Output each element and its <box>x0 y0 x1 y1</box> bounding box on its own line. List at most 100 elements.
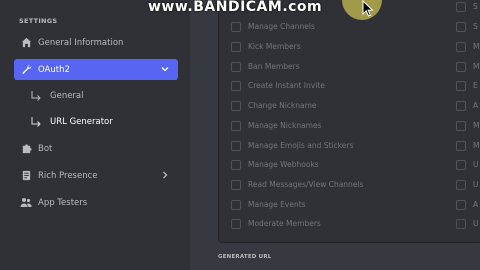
checkbox[interactable] <box>231 120 241 131</box>
checkbox[interactable] <box>456 80 466 91</box>
wrench-icon <box>20 64 32 76</box>
subitem-arrow-icon <box>31 91 41 101</box>
checkbox[interactable] <box>456 21 466 32</box>
permission-manage-nicknames[interactable]: Manage Nicknames <box>231 119 322 132</box>
permission-right-col[interactable]: S <box>456 0 480 13</box>
permission-label: Create Instant Invite <box>248 81 325 90</box>
permission-label: E <box>473 81 478 90</box>
puzzle-icon <box>20 143 32 155</box>
sidebar-subitem-label: General <box>50 91 84 101</box>
permission-manage-webhooks[interactable]: Manage Webhooks <box>231 158 319 171</box>
permission-kick-members[interactable]: Kick Members <box>231 40 301 53</box>
bandicam-watermark: www.BANDICAM.com <box>148 0 323 15</box>
permission-right-col[interactable]: M <box>456 40 480 53</box>
checkbox[interactable] <box>231 61 241 72</box>
sidebar-item-label: Rich Presence <box>38 170 98 181</box>
subitem-arrow-icon <box>31 117 41 127</box>
checkbox[interactable] <box>456 179 466 190</box>
permission-label: Ban Members <box>248 62 300 71</box>
permission-label: Change Nickname <box>248 101 317 110</box>
checkbox[interactable] <box>456 218 466 229</box>
sidebar-item-label: OAuth2 <box>38 64 70 75</box>
permission-right-col[interactable]: E <box>456 79 480 92</box>
main-content: Manage Channels Kick Members Ban Members… <box>190 0 480 270</box>
app-window: SETTINGS General Information OAuth2 Gene… <box>0 0 480 270</box>
checkbox[interactable] <box>231 140 241 151</box>
checkbox[interactable] <box>456 61 466 72</box>
sidebar-item-general-information[interactable]: General Information <box>14 32 178 53</box>
permission-label: S <box>473 22 478 31</box>
sidebar-item-rich-presence[interactable]: Rich Presence <box>14 165 178 186</box>
checkbox[interactable] <box>231 218 241 229</box>
permission-label: A <box>473 200 479 209</box>
sidebar-item-oauth2[interactable]: OAuth2 <box>14 59 178 80</box>
checkbox[interactable] <box>456 159 466 170</box>
sidebar-subitem-general[interactable]: General <box>30 88 84 104</box>
sidebar-item-label: General Information <box>38 37 124 48</box>
permission-right-col[interactable]: M <box>456 60 480 73</box>
permission-label: M <box>473 42 480 51</box>
permission-create-instant-invite[interactable]: Create Instant Invite <box>231 79 325 92</box>
permission-right-col[interactable]: U <box>456 158 480 171</box>
users-icon <box>20 197 32 209</box>
checkbox[interactable] <box>231 100 241 111</box>
checkbox[interactable] <box>231 179 241 190</box>
permission-right-col[interactable]: U <box>456 217 480 230</box>
chevron-right-icon <box>160 170 170 180</box>
mouse-cursor-icon <box>362 0 374 17</box>
permission-label: Manage Nicknames <box>248 121 322 130</box>
permission-label: U <box>473 180 479 189</box>
permission-right-col[interactable]: U <box>456 178 480 191</box>
permission-label: S <box>473 2 478 11</box>
permission-label: Manage Emojis and Stickers <box>248 141 354 150</box>
permission-change-nickname[interactable]: Change Nickname <box>231 99 317 112</box>
permission-right-col[interactable]: S <box>456 20 480 33</box>
checkbox[interactable] <box>231 80 241 91</box>
generated-url-label: GENERATED URL <box>218 254 272 260</box>
permission-right-col[interactable]: M <box>456 139 480 152</box>
home-icon <box>20 37 32 49</box>
checkbox[interactable] <box>231 159 241 170</box>
permission-label: Moderate Members <box>248 219 321 228</box>
permission-label: Kick Members <box>248 42 301 51</box>
sidebar-item-label: App Testers <box>38 197 88 208</box>
permission-manage-events[interactable]: Manage Events <box>231 198 306 211</box>
checkbox[interactable] <box>456 140 466 151</box>
permission-label: U <box>473 219 479 228</box>
sidebar-subitem-url-generator[interactable]: URL Generator <box>30 114 113 130</box>
bot-permissions-panel: Manage Channels Kick Members Ban Members… <box>218 0 480 243</box>
permission-ban-members[interactable]: Ban Members <box>231 60 300 73</box>
checkbox[interactable] <box>456 100 466 111</box>
permission-moderate-members[interactable]: Moderate Members <box>231 217 321 230</box>
sidebar-subitem-label: URL Generator <box>50 117 113 127</box>
sidebar: SETTINGS General Information OAuth2 Gene… <box>0 0 190 270</box>
permission-label: Read Messages/View Channels <box>248 180 364 189</box>
checkbox[interactable] <box>231 199 241 210</box>
checkbox[interactable] <box>456 1 466 12</box>
checkbox[interactable] <box>456 41 466 52</box>
permission-right-col[interactable]: A <box>456 99 480 112</box>
permission-manage-emojis-stickers[interactable]: Manage Emojis and Stickers <box>231 139 353 152</box>
permission-label: Manage Webhooks <box>248 160 319 169</box>
sidebar-item-app-testers[interactable]: App Testers <box>14 192 178 213</box>
permission-right-col[interactable]: M <box>456 119 480 132</box>
checkbox[interactable] <box>456 199 466 210</box>
document-icon <box>20 170 32 182</box>
checkbox[interactable] <box>231 41 241 52</box>
permission-label: M <box>473 121 480 130</box>
permission-manage-channels[interactable]: Manage Channels <box>231 20 315 33</box>
permission-read-messages[interactable]: Read Messages/View Channels <box>231 178 363 191</box>
permission-label: M <box>473 62 480 71</box>
checkbox[interactable] <box>231 21 241 32</box>
permission-right-col[interactable]: A <box>456 198 480 211</box>
permission-label: A <box>473 101 479 110</box>
settings-header: SETTINGS <box>19 17 58 25</box>
sidebar-item-bot[interactable]: Bot <box>14 138 178 159</box>
permission-label: Manage Events <box>248 200 306 209</box>
sidebar-item-label: Bot <box>38 143 53 154</box>
permission-label: M <box>473 141 480 150</box>
permission-label: U <box>473 160 479 169</box>
chevron-down-icon <box>160 64 170 74</box>
permission-label: Manage Channels <box>248 22 315 31</box>
checkbox[interactable] <box>456 120 466 131</box>
